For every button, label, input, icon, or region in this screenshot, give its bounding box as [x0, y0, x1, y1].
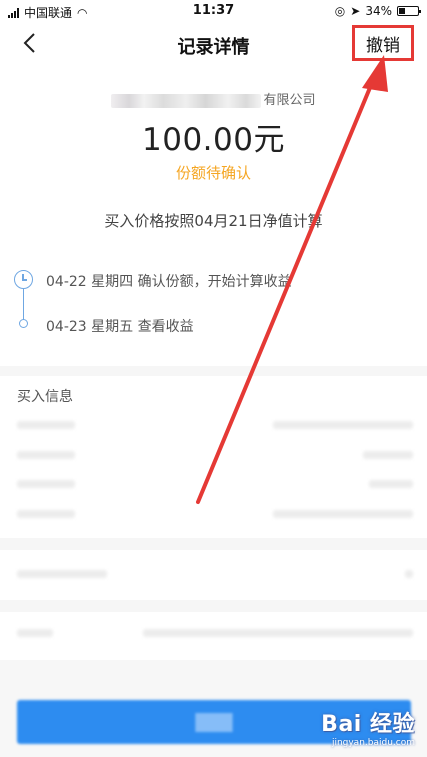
blurred-label [17, 570, 107, 578]
revoke-button[interactable]: 撤销 [352, 25, 414, 61]
redacted-company-name [111, 93, 262, 108]
blurred-label [17, 629, 53, 637]
blurred-value [273, 510, 413, 518]
watermark: Bai 经验 jingyan.baidu.com [321, 706, 415, 748]
timeline-dot-icon [19, 319, 28, 328]
info-row-product [17, 416, 413, 434]
info-row-amount [17, 446, 413, 464]
info-row-order-number [17, 624, 413, 642]
blurred-label [17, 421, 75, 429]
section-divider [0, 538, 427, 550]
back-button[interactable] [14, 28, 44, 58]
blurred-value [369, 480, 413, 488]
back-chevron-icon [23, 33, 35, 53]
price-note: 买入价格按照04月21日净值计算 [104, 212, 323, 230]
timeline-step-confirm: 04-22 星期四 确认份额，开始计算收益 [46, 274, 292, 290]
info-row-more[interactable] [17, 565, 413, 583]
status-right: ◎ ➤ 34% [334, 4, 421, 18]
section-divider [0, 600, 427, 612]
battery-fill [399, 8, 406, 14]
blurred-label [17, 480, 75, 488]
status-badge: 份额待确认 [175, 164, 251, 182]
watermark-logo: Bai 经验 [321, 712, 415, 737]
info-row-time [17, 505, 413, 523]
blurred-label [17, 510, 75, 518]
blurred-value [363, 451, 413, 459]
blurred-value [273, 421, 413, 429]
info-row-payment [17, 475, 413, 493]
status-bar: 中国联通 ◠ 11:37 ◎ ➤ 34% [0, 0, 427, 22]
clock-icon [14, 270, 33, 289]
buy-again-label: ███ [195, 712, 233, 732]
purchase-amount: 100.00元 [142, 122, 285, 158]
section-divider [0, 366, 427, 376]
timeline-step-earnings: 04-23 星期五 查看收益 [46, 319, 194, 335]
battery-icon [397, 6, 421, 16]
lock-rotation-icon: ◎ [334, 4, 346, 18]
timeline-connector [23, 288, 24, 320]
company-suffix: 有限公司 [263, 93, 316, 108]
watermark-url: jingyan.baidu.com [331, 738, 415, 748]
location-arrow-icon: ➤ [350, 4, 361, 18]
progress-timeline: 04-22 星期四 确认份额，开始计算收益 04-23 星期五 查看收益 [14, 268, 414, 338]
blurred-label [17, 451, 75, 459]
blurred-value [143, 629, 413, 637]
fund-company-name: 有限公司 [0, 89, 427, 108]
buy-info-title: 买入信息 [17, 389, 73, 405]
battery-percent: 34% [365, 4, 392, 18]
chevron-right-icon [405, 570, 413, 578]
